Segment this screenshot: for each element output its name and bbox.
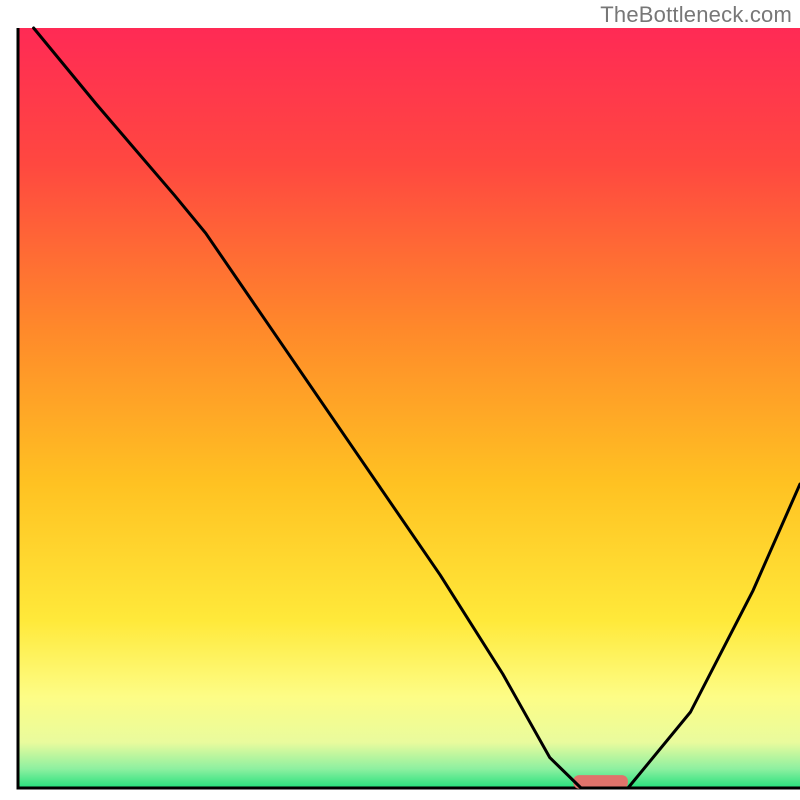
watermark-label: TheBottleneck.com	[600, 2, 792, 28]
chart-container: TheBottleneck.com	[0, 0, 800, 800]
chart-svg	[0, 0, 800, 800]
plot-background	[18, 28, 800, 788]
